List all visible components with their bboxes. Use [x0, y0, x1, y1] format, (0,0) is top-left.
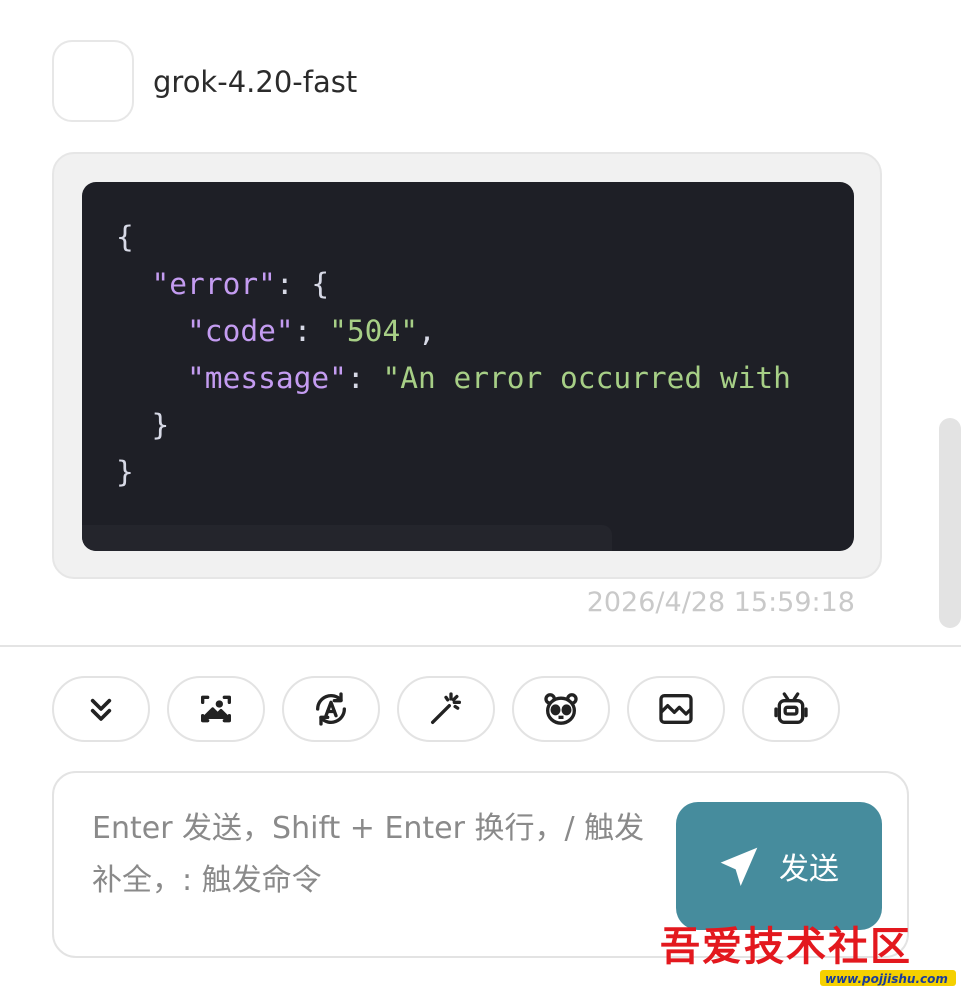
scroll-to-bottom-button[interactable] [52, 676, 150, 742]
send-button-label: 发送 [779, 852, 839, 887]
message-timestamp: 2026/4/28 15:59:18 [586, 587, 855, 618]
divider [0, 645, 961, 647]
code-token: : [346, 361, 383, 395]
auto-mode-icon [316, 692, 346, 726]
image-frame-button[interactable] [627, 676, 725, 742]
code-token: { [116, 220, 134, 254]
chat-input[interactable] [92, 803, 672, 923]
code-token: : [275, 267, 312, 301]
magic-wand-button[interactable] [397, 676, 495, 742]
code-token: , [417, 314, 436, 348]
mask-face-icon [544, 693, 578, 725]
code-token: } [116, 455, 134, 489]
robot-icon [774, 692, 808, 724]
code-token: : [293, 314, 330, 348]
auto-mode-button[interactable] [282, 676, 380, 742]
mask-button[interactable] [512, 676, 610, 742]
send-button[interactable]: 发送 [676, 802, 882, 930]
code-token: "code" [187, 314, 294, 348]
code-token: "error" [151, 267, 276, 301]
code-token: "message" [187, 361, 347, 395]
svg-text:吾爱技术社区: 吾爱技术社区 [660, 923, 912, 970]
svg-text:www.pojjishu.com: www.pojjishu.com [825, 972, 948, 986]
double-chevron-down-icon [90, 698, 112, 721]
code-token: } [151, 408, 170, 442]
send-arrow-icon [720, 847, 758, 886]
image-scan-button[interactable] [167, 676, 265, 742]
code-horizontal-scrollbar[interactable] [82, 525, 612, 551]
code-content: { "error": { "code": "504", "message": "… [116, 214, 791, 496]
assistant-avatar [52, 40, 134, 122]
page-scrollbar[interactable] [939, 418, 961, 628]
code-block[interactable]: { "error": { "code": "504", "message": "… [82, 182, 854, 551]
watermark-logo: 吾爱技术社区 www.pojjishu.com [660, 923, 956, 986]
image-frame-icon [659, 694, 693, 724]
robot-button[interactable] [742, 676, 840, 742]
code-token: "An error occurred with [382, 361, 791, 395]
model-name: grok-4.20-fast [153, 65, 358, 99]
code-token: { [311, 267, 330, 301]
message-bubble: { "error": { "code": "504", "message": "… [52, 152, 882, 579]
code-token: "504" [329, 314, 418, 348]
image-scan-icon [201, 695, 231, 723]
magic-wand-icon [431, 692, 461, 724]
